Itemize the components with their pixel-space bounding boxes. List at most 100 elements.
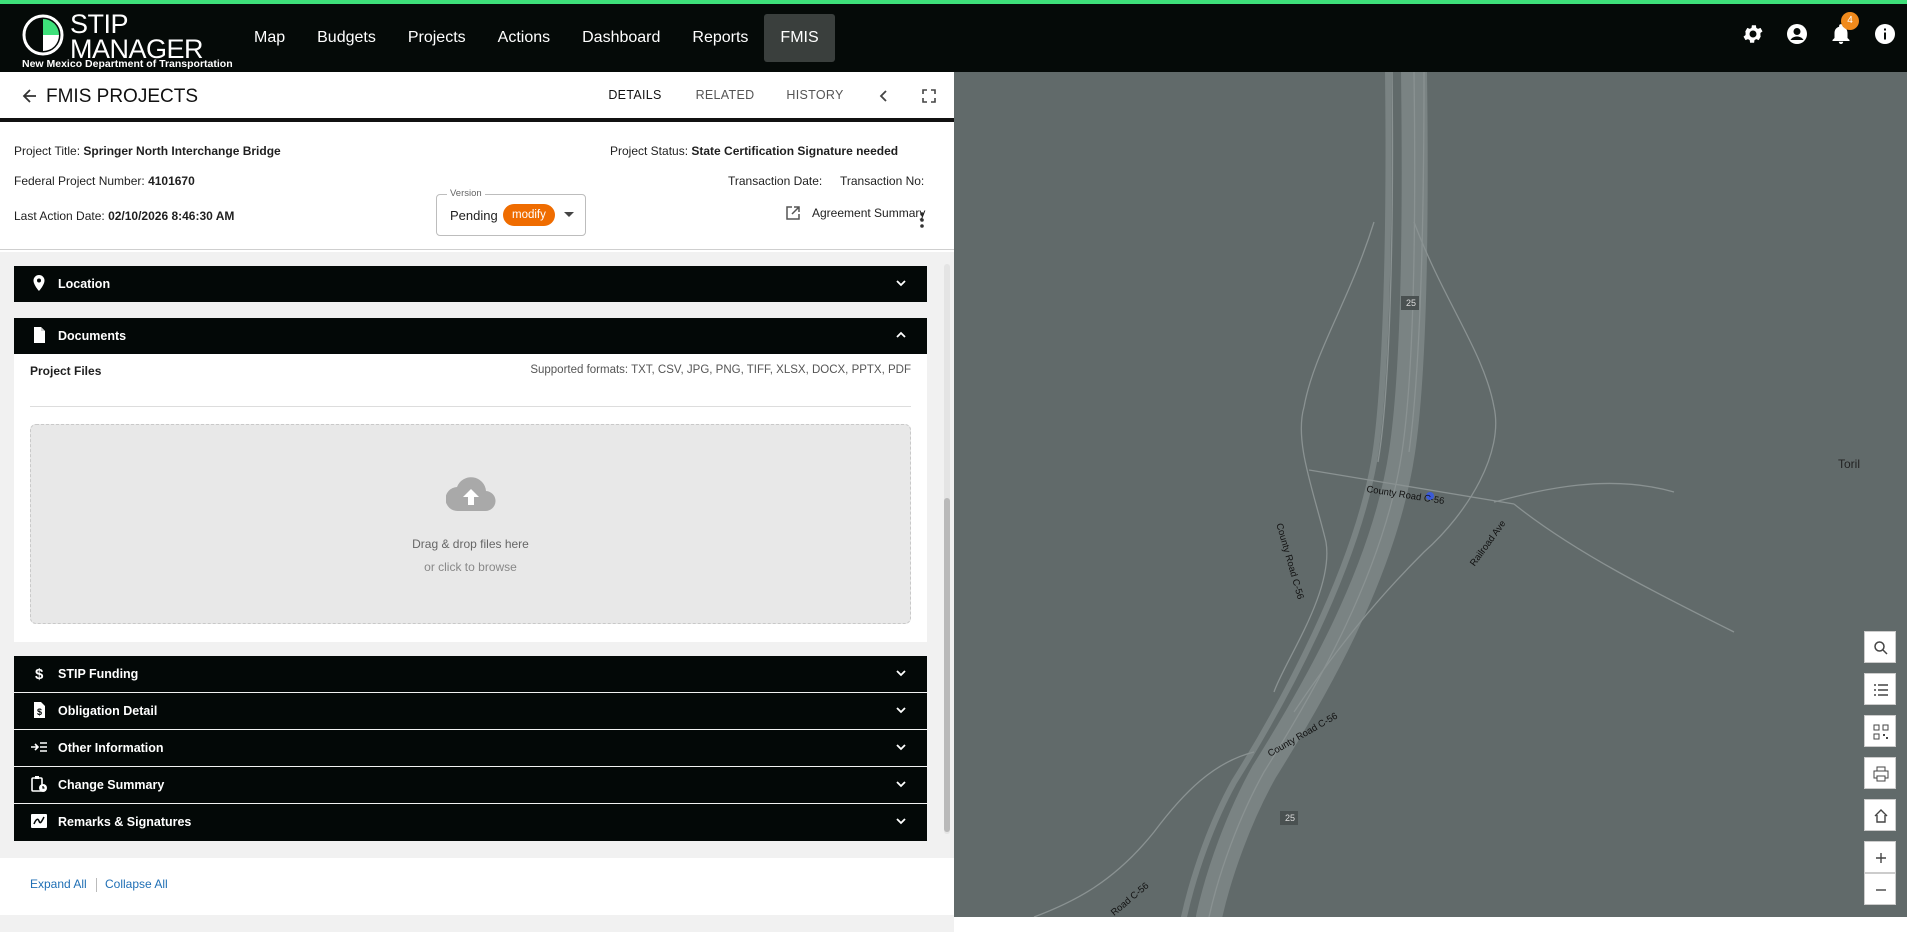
chevron-down-icon	[896, 818, 906, 825]
info-icon[interactable]	[1873, 22, 1897, 46]
documents-body: Project Files Supported formats: TXT, CS…	[14, 354, 927, 642]
notification-count-badge: 4	[1841, 12, 1859, 30]
chevron-down-icon	[896, 670, 906, 677]
section-remarks-header[interactable]: Remarks & Signatures	[14, 804, 927, 841]
nav-item-actions[interactable]: Actions	[482, 14, 566, 62]
chevron-down-icon	[896, 744, 906, 751]
location-pin-icon	[33, 275, 45, 291]
map-qr-button[interactable]	[1864, 715, 1896, 747]
section-change-summary-label: Change Summary	[58, 778, 165, 792]
browse-instructions: or click to browse	[424, 560, 517, 574]
qr-code-icon	[1873, 724, 1889, 740]
collapse-panel-icon[interactable]	[874, 86, 894, 106]
tab-history[interactable]: HISTORY	[770, 72, 860, 122]
main-nav: Map Budgets Projects Actions Dashboard R…	[238, 14, 835, 62]
version-value: Pending	[450, 208, 498, 223]
project-title-row: Project Title: Springer North Interchang…	[14, 144, 281, 158]
details-panel: FMIS PROJECTS DETAILS RELATED HISTORY Pr…	[0, 72, 954, 932]
cloud-upload-icon	[446, 477, 496, 512]
section-remarks-label: Remarks & Signatures	[58, 815, 192, 829]
project-status-label: Project Status:	[610, 144, 692, 158]
top-icons: 4	[1741, 12, 1897, 46]
section-location-label: Location	[58, 277, 111, 291]
panel-header: FMIS PROJECTS DETAILS RELATED HISTORY	[0, 72, 954, 122]
minus-icon	[1876, 889, 1886, 891]
bell-icon[interactable]: 4	[1829, 12, 1859, 46]
project-status-value: State Certification Signature needed	[691, 144, 899, 158]
divider	[30, 406, 911, 407]
section-stip-funding-header[interactable]: $ STIP Funding	[14, 656, 927, 692]
logo-icon	[22, 14, 64, 56]
nav-item-projects[interactable]: Projects	[392, 14, 482, 62]
svg-text:$: $	[35, 666, 44, 682]
scrollbar-thumb[interactable]	[944, 498, 950, 832]
project-summary: Project Title: Springer North Interchang…	[0, 126, 954, 250]
map-search-button[interactable]	[1864, 631, 1896, 663]
collapse-all-link[interactable]: Collapse All	[105, 877, 168, 891]
section-change-summary-header[interactable]: Change Summary	[14, 767, 927, 803]
map-view[interactable]: 25 25 County Road C-56 County Road C-56 …	[954, 72, 1907, 917]
svg-text:$: $	[37, 707, 42, 717]
panel-footer: Expand All Collapse All	[0, 858, 954, 915]
section-obligation-detail-label: Obligation Detail	[58, 704, 158, 718]
expand-all-link[interactable]: Expand All	[30, 877, 87, 891]
chevron-down-icon	[564, 212, 574, 217]
chevron-down-icon	[896, 707, 906, 714]
last-action-value: 02/10/2026 8:46:30 AM	[108, 209, 235, 223]
map-home-button[interactable]	[1864, 799, 1896, 831]
signature-icon	[31, 814, 47, 828]
version-status-chip: modify	[503, 204, 555, 226]
panel-title: FMIS PROJECTS	[46, 86, 199, 107]
tab-related[interactable]: RELATED	[680, 72, 770, 122]
app-logo[interactable]: STIP MANAGER New Mexico Department of Tr…	[20, 10, 233, 71]
panel-tabs: DETAILS RELATED HISTORY	[590, 72, 860, 122]
version-legend: Version	[447, 188, 485, 199]
section-documents-label: Documents	[58, 329, 127, 343]
supported-formats-text: Supported formats: TXT, CSV, JPG, PNG, T…	[530, 364, 911, 376]
dollar-icon: $	[35, 666, 44, 682]
home-icon	[1874, 809, 1888, 823]
tab-details[interactable]: DETAILS	[590, 72, 680, 122]
nav-item-budgets[interactable]: Budgets	[301, 14, 392, 62]
search-icon	[1874, 641, 1888, 655]
chevron-down-icon	[896, 280, 906, 287]
zoom-in-button[interactable]	[1864, 841, 1896, 873]
last-action-row: Last Action Date: 02/10/2026 8:46:30 AM	[14, 209, 234, 223]
section-obligation-detail-header[interactable]: $ Obligation Detail	[14, 693, 927, 729]
highway-shield-25: 25	[1285, 813, 1296, 823]
map-print-button[interactable]	[1864, 757, 1896, 789]
panel-scrollbar[interactable]	[944, 264, 950, 834]
divider	[96, 878, 97, 892]
arrow-list-icon	[31, 742, 47, 752]
federal-number-value: 4101670	[148, 174, 195, 188]
section-other-information-header[interactable]: Other Information	[14, 730, 927, 766]
file-dropzone[interactable]: Drag & drop files here or click to brows…	[30, 424, 911, 624]
nav-item-fmis[interactable]: FMIS	[764, 14, 835, 62]
account-icon[interactable]	[1785, 22, 1809, 46]
nav-item-dashboard[interactable]: Dashboard	[566, 14, 676, 62]
top-navigation-bar: STIP MANAGER New Mexico Department of Tr…	[0, 0, 1907, 72]
sections-container: Location Documents Project Files Support…	[0, 252, 954, 932]
project-files-heading: Project Files	[30, 364, 102, 378]
last-action-label: Last Action Date:	[14, 209, 109, 223]
chevron-down-icon	[896, 781, 906, 788]
section-documents-header[interactable]: Documents	[14, 318, 927, 354]
nav-item-map[interactable]: Map	[238, 14, 301, 62]
clipboard-clock-icon	[31, 776, 47, 792]
logo-title: STIP MANAGER	[70, 11, 204, 63]
fullscreen-icon[interactable]	[919, 86, 939, 106]
zoom-out-button[interactable]	[1864, 873, 1896, 905]
open-external-icon	[786, 206, 800, 220]
map-legend-button[interactable]	[1864, 673, 1896, 705]
gear-icon[interactable]	[1741, 22, 1765, 46]
section-stip-funding-label: STIP Funding	[58, 667, 139, 681]
project-title-label: Project Title:	[14, 144, 84, 158]
federal-number-row: Federal Project Number: 4101670	[14, 174, 195, 188]
project-status-row: Project Status: State Certification Sign…	[610, 144, 898, 158]
receipt-dollar-icon: $	[34, 702, 45, 718]
nav-item-reports[interactable]: Reports	[676, 14, 764, 62]
version-select[interactable]: Version Pending modify	[436, 188, 586, 236]
back-arrow-icon[interactable]	[20, 86, 40, 106]
place-label: Toril	[1838, 457, 1861, 471]
section-location-header[interactable]: Location	[14, 266, 927, 302]
